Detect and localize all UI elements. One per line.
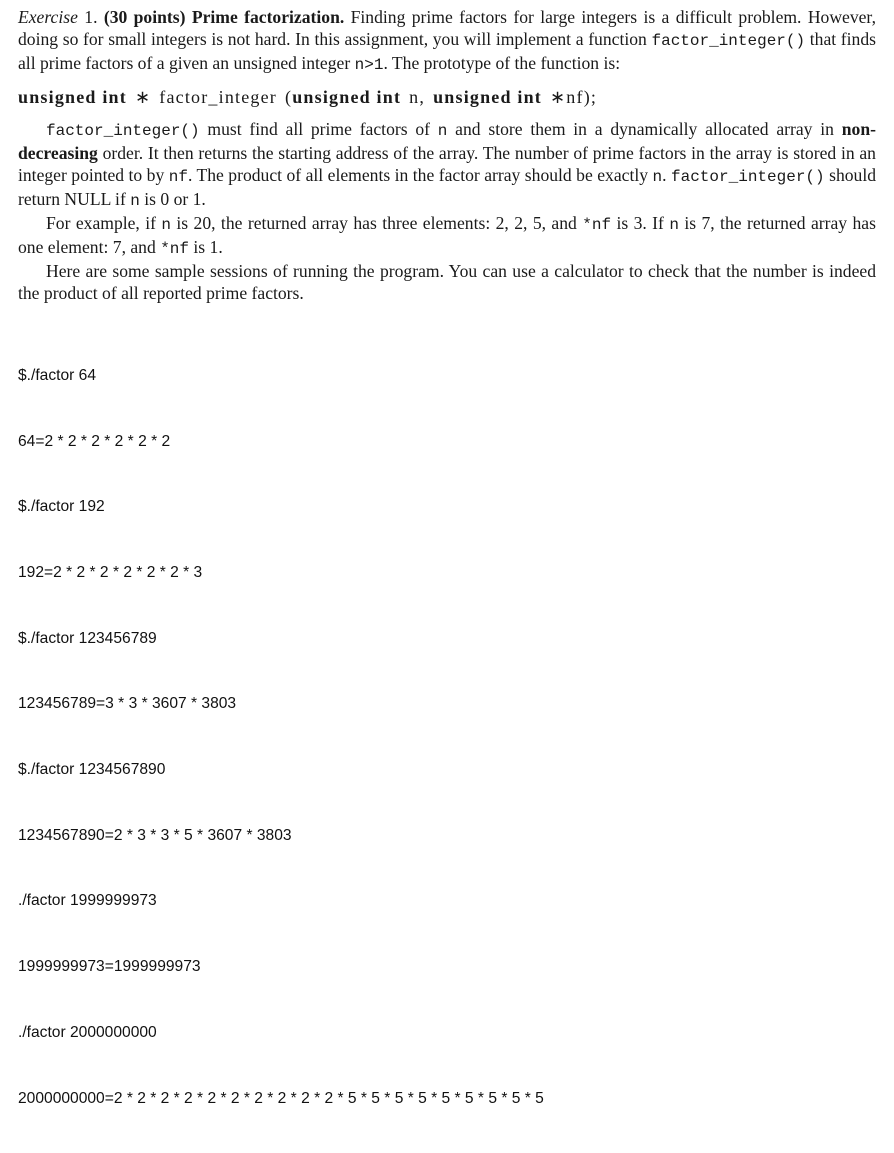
- body-text: .: [662, 165, 667, 185]
- code-function-name: factor_integer(): [671, 168, 825, 186]
- sample-session: $./factor 64 64=2 * 2 * 2 * 2 * 2 * 2 $.…: [18, 321, 876, 1153]
- exercise-intro: Exercise 1. (30 points) Prime factorizat…: [18, 6, 876, 76]
- code-function-name: factor_integer(): [46, 122, 200, 140]
- session-command: $./factor 123456789: [18, 629, 157, 647]
- session-output: 2000000000=2 * 2 * 2 * 2 * 2 * 2 * 2 * 2…: [18, 1089, 544, 1107]
- prototype-param-name: n,: [409, 87, 426, 107]
- function-prototype: unsigned int ∗ factor_integer (unsigned int…: [18, 86, 876, 108]
- example-paragraph: For example, if n is 20, the returned ar…: [18, 212, 876, 260]
- body-text: For example, if: [46, 213, 156, 233]
- intro-text: . The prototype of the function is:: [383, 53, 621, 73]
- sessions-paragraph: Here are some sample sessions of running…: [18, 261, 876, 303]
- code-var: n: [437, 122, 448, 140]
- body-text: must find all prime factors of: [207, 119, 430, 139]
- body-text: is 0 or 1.: [144, 189, 206, 209]
- session-output: 1999999973=1999999973: [18, 958, 201, 976]
- prototype-function-name: factor_integer: [159, 87, 277, 107]
- body-text: . The product of all elements in the fac…: [187, 165, 649, 185]
- session-command: ./factor 1999999973: [18, 892, 157, 910]
- body-text: and store them in a dynamically allocate…: [455, 119, 834, 139]
- exercise-document: Exercise 1. (30 points) Prime factorizat…: [18, 6, 876, 1153]
- prototype-param-type: unsigned int: [433, 87, 543, 107]
- code-var: *nf: [582, 216, 612, 234]
- code-var: n: [669, 216, 679, 234]
- code-condition: n>1: [354, 56, 384, 74]
- exercise-label: Exercise: [18, 7, 78, 27]
- exercise-title: Prime factorization.: [191, 7, 345, 27]
- session-command: $./factor 1234567890: [18, 761, 166, 779]
- body-text: is 3. If: [616, 213, 664, 233]
- code-var: *nf: [160, 240, 189, 258]
- session-command: $./factor 64: [18, 366, 97, 384]
- exercise-points: (30 points): [103, 7, 186, 27]
- code-function-name: factor_integer(): [651, 32, 806, 50]
- body-text: is 1.: [193, 237, 223, 257]
- body-text: is 20, the returned array has three elem…: [176, 213, 577, 233]
- code-var: n: [161, 216, 171, 234]
- session-command: $./factor 192: [18, 498, 105, 516]
- prototype-pointer: ∗: [134, 87, 152, 107]
- prototype-param-name: ∗nf);: [550, 87, 598, 107]
- prototype-param-type: unsigned int: [292, 87, 402, 107]
- session-output: 1234567890=2 * 3 * 3 * 5 * 3607 * 3803: [18, 826, 292, 844]
- session-output: 64=2 * 2 * 2 * 2 * 2 * 2: [18, 432, 171, 450]
- code-var: n: [652, 168, 663, 186]
- session-output: 192=2 * 2 * 2 * 2 * 2 * 2 * 3: [18, 563, 203, 581]
- session-output: 123456789=3 * 3 * 3607 * 3803: [18, 695, 237, 713]
- session-command: ./factor 2000000000: [18, 1023, 157, 1041]
- prototype-return-type: unsigned int: [18, 87, 127, 107]
- description-paragraph: factor_integer() must find all prime fac…: [18, 118, 876, 212]
- code-var: n: [130, 192, 140, 210]
- code-var: nf: [168, 168, 188, 186]
- exercise-number: 1.: [84, 7, 98, 27]
